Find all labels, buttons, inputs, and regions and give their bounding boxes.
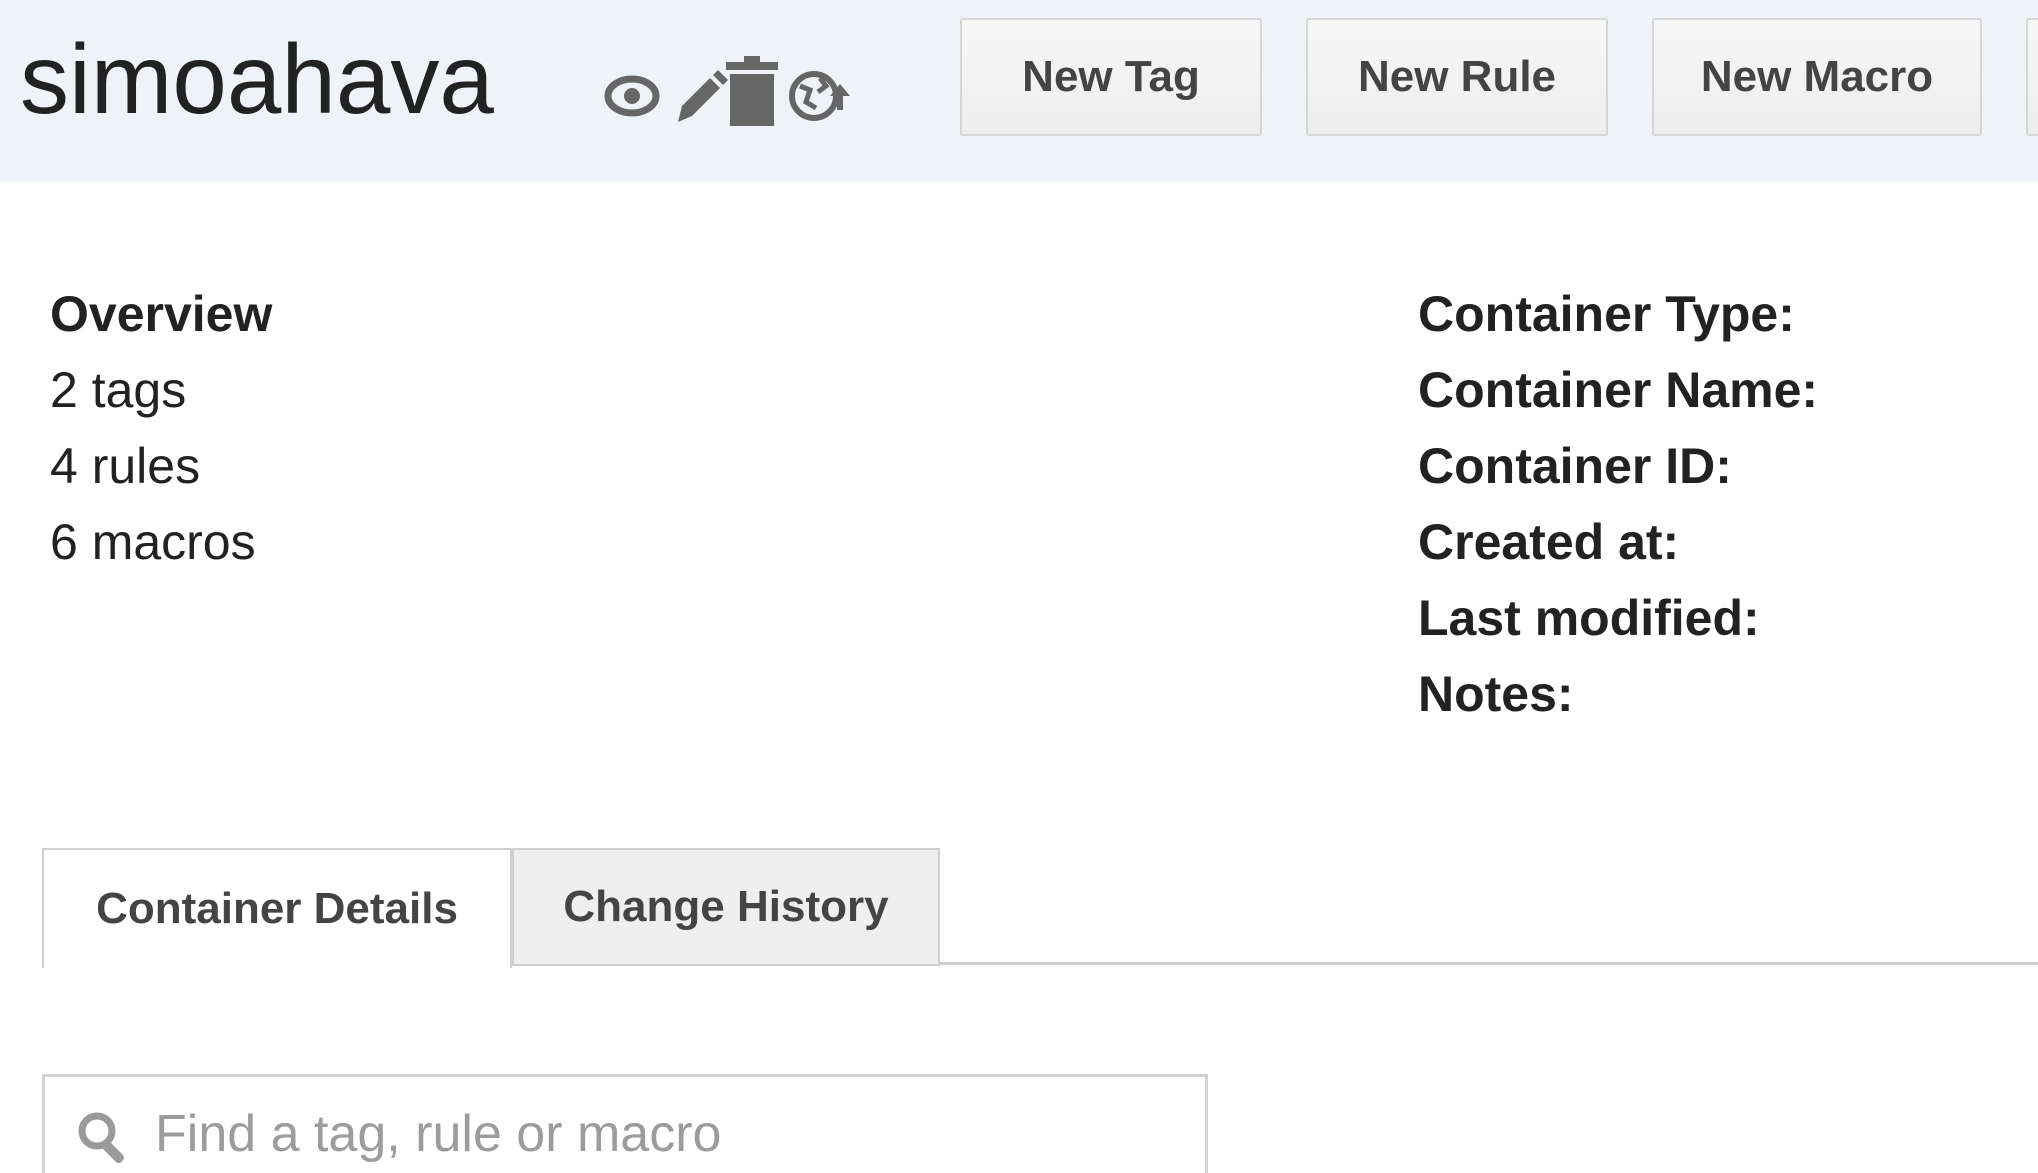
overview-title: Overview xyxy=(50,286,273,342)
trash-icon[interactable] xyxy=(720,56,784,128)
header-bar: simoahava New Tag New Rule New Macro xyxy=(0,0,2038,182)
container-name-title: simoahava xyxy=(20,24,494,134)
new-tag-button[interactable]: New Tag xyxy=(960,18,1262,136)
rules-count: 4 rules xyxy=(50,438,201,494)
container-type-label: Container Type: xyxy=(1418,286,1795,342)
macros-count: 6 macros xyxy=(50,514,256,570)
created-at-label: Created at: xyxy=(1418,514,1680,570)
publish-icon[interactable] xyxy=(786,56,850,128)
eye-icon[interactable] xyxy=(602,56,666,128)
search-icon xyxy=(75,1109,135,1169)
last-modified-label: Last modified: xyxy=(1418,590,1760,646)
container-details-panel: Container Type: Container Name: Containe… xyxy=(1418,276,1818,732)
tab-change-history[interactable]: Change History xyxy=(512,848,940,966)
container-id-label: Container ID: xyxy=(1418,438,1732,494)
tags-count: 2 tags xyxy=(50,362,187,418)
notes-label: Notes: xyxy=(1418,666,1574,722)
search-box xyxy=(42,1074,1208,1173)
overview-panel: Overview 2 tags 4 rules 6 macros xyxy=(50,276,272,580)
container-name-label: Container Name: xyxy=(1418,362,1819,418)
cut-off-button[interactable] xyxy=(2026,18,2038,136)
tab-container-details[interactable]: Container Details xyxy=(42,848,512,968)
search-input[interactable] xyxy=(155,1077,1195,1173)
new-rule-button[interactable]: New Rule xyxy=(1306,18,1608,136)
new-macro-button[interactable]: New Macro xyxy=(1652,18,1982,136)
page: simoahava New Tag New Rule New Macro Ove… xyxy=(0,0,2038,1173)
